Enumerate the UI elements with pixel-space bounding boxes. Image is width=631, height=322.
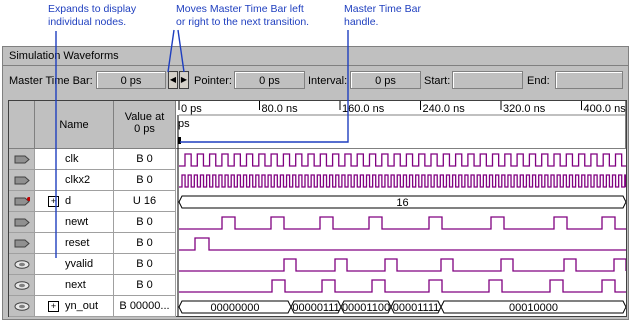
- master-time-bar-field[interactable]: 0 ps: [96, 71, 166, 89]
- arrow-left-icon: ◀: [169, 75, 177, 84]
- callout-handle-line2: handle.: [344, 16, 379, 28]
- clkx2-waveform: [179, 174, 626, 188]
- callout-expand: Expands to display individual nodes.: [48, 3, 136, 29]
- callout-expand-line1: Expands to display: [48, 3, 137, 15]
- newt-waveform: [179, 216, 626, 230]
- callout-handle: Master Time Bar handle.: [344, 3, 421, 29]
- timeline-tick-label: 240.0 ns: [423, 103, 466, 115]
- timeline-tick-label: 160.0 ns: [342, 103, 385, 115]
- interval-label: Interval:: [308, 75, 348, 87]
- end-field[interactable]: [555, 71, 623, 89]
- callout-move: Moves Master Time Bar left or right to t…: [176, 3, 309, 29]
- timeline-tick-label: 80.0 ns: [262, 103, 299, 115]
- time-bar-toolbar: Master Time Bar: 0 ps ◀ ▶ Pointer: 0 ps …: [3, 66, 628, 96]
- end-label: End:: [527, 75, 550, 87]
- callout-move-line1: Moves Master Time Bar left: [176, 3, 304, 15]
- waveform-canvas[interactable]: 0 ps 80.0 ns 160.0 ns 240.0 ns 320.0 ns 400.0…: [9, 101, 626, 316]
- timeline-tick-label: 320.0 ns: [503, 103, 546, 115]
- callout-handle-line1: Master Time Bar: [344, 3, 422, 15]
- master-time-bar-handle: [178, 137, 181, 144]
- simulation-waveforms-window: Simulation Waveforms Master Time Bar: 0 …: [2, 46, 629, 320]
- start-label: Start:: [424, 75, 451, 87]
- master-time-bar-label: Master Time Bar:: [9, 75, 93, 87]
- interval-field[interactable]: 0 ps: [350, 71, 421, 89]
- waveform-grid: Name Value at 0 ps clk B 0 clkx2 B 0 + d U 16 n…: [8, 100, 627, 317]
- bus-value-label: 00010000: [509, 302, 558, 314]
- master-time-bar-right-button[interactable]: ▶: [179, 71, 189, 89]
- callout-move-line2: or right to the next transition.: [176, 16, 310, 28]
- start-field[interactable]: [452, 71, 523, 89]
- master-time-bar-left-button[interactable]: ◀: [168, 71, 178, 89]
- cursor-time-label: ps: [178, 118, 190, 130]
- bus-value-label: 16: [396, 197, 408, 209]
- pointer-field[interactable]: 0 ps: [234, 71, 305, 89]
- pointer-label: Pointer:: [194, 75, 232, 87]
- window-titlebar: Simulation Waveforms: [3, 47, 628, 66]
- timeline-tick-label: 400.0 ns: [584, 103, 627, 115]
- reset-waveform: [179, 237, 626, 251]
- window-title: Simulation Waveforms: [9, 50, 119, 62]
- timeline-tick-label: 0 ps: [181, 103, 202, 115]
- next-waveform: [179, 279, 626, 293]
- bus-value-label: 00001100: [342, 302, 390, 314]
- callout-expand-line2: individual nodes.: [48, 16, 127, 28]
- yn-out-bus-waveform: 00000000 00000111 00001100 00001111 00010000: [178, 300, 626, 314]
- bus-value-label: 00001111: [393, 302, 440, 314]
- yvalid-waveform: [179, 258, 626, 272]
- arrow-right-icon: ▶: [180, 75, 188, 84]
- d-bus-waveform: 16: [178, 195, 626, 209]
- clk-waveform: [179, 153, 626, 167]
- bus-value-label: 00000111: [292, 302, 339, 314]
- bus-value-label: 00000000: [211, 302, 260, 314]
